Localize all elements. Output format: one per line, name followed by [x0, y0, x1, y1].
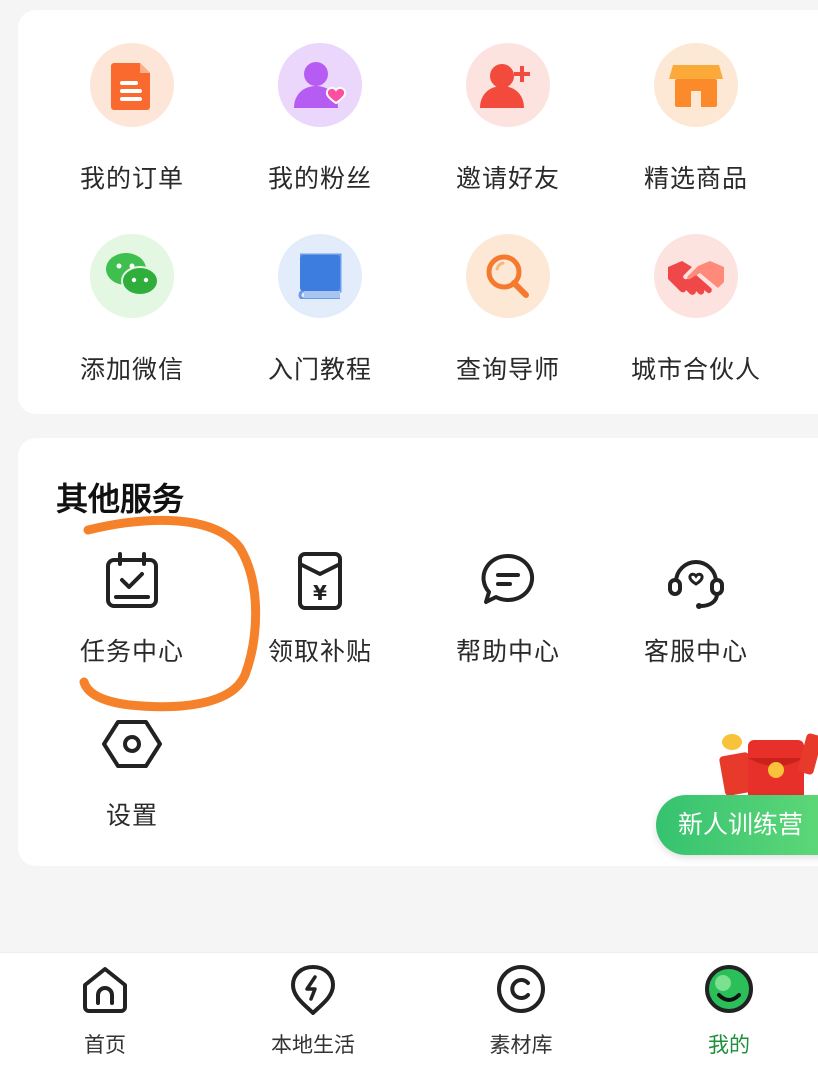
- store-icon: [654, 43, 738, 127]
- profile-avatar-icon: [703, 963, 755, 1015]
- service-label: 领取补贴: [267, 637, 372, 666]
- fans-user-heart-icon: [278, 43, 362, 127]
- service-settings[interactable]: 设置: [38, 714, 226, 832]
- service-customer-service[interactable]: 客服中心: [602, 550, 790, 668]
- service-label: 任务中心: [79, 637, 184, 666]
- tab-material-library[interactable]: 素材库: [446, 963, 596, 1059]
- menu-item-add-wechat[interactable]: 添加微信: [38, 234, 226, 386]
- local-life-bolt-icon: [287, 963, 339, 1015]
- service-label: 设置: [105, 801, 158, 830]
- settings-hexagon-icon: [102, 714, 162, 774]
- menu-item-label: 查询导师: [455, 355, 560, 384]
- wechat-icon: [90, 234, 174, 318]
- svg-text:¥: ¥: [313, 581, 327, 605]
- order-doc-icon: [90, 43, 174, 127]
- menu-item-label: 我的订单: [79, 164, 184, 193]
- material-library-icon: [495, 963, 547, 1015]
- menu-item-label: 入门教程: [267, 355, 372, 384]
- service-task-center[interactable]: 任务中心: [38, 550, 226, 668]
- quick-menu-card: 我的订单 我的粉丝 邀请好友 精选商品 添加微信 入门教程 查询导师 城市合伙人: [18, 10, 818, 414]
- search-icon: [466, 234, 550, 318]
- invite-user-plus-icon: [466, 43, 550, 127]
- tab-home[interactable]: 首页: [30, 963, 180, 1059]
- menu-item-city-partner[interactable]: 城市合伙人: [602, 234, 790, 386]
- tab-local-life[interactable]: 本地生活: [238, 963, 388, 1059]
- customer-service-headset-icon: [666, 550, 726, 610]
- service-label: 帮助中心: [455, 637, 560, 666]
- tab-label: 我的: [708, 1033, 750, 1057]
- menu-item-find-mentor[interactable]: 查询导师: [414, 234, 602, 386]
- bottom-tab-bar: 首页 本地生活 素材库 我的: [0, 952, 818, 1081]
- menu-item-label: 城市合伙人: [630, 355, 761, 384]
- menu-item-invite-friends[interactable]: 邀请好友: [414, 43, 602, 195]
- handshake-icon: [654, 234, 738, 318]
- service-claim-subsidy[interactable]: ¥ 领取补贴: [226, 550, 414, 668]
- service-help-center[interactable]: 帮助中心: [414, 550, 602, 668]
- menu-item-label: 我的粉丝: [267, 164, 372, 193]
- tab-label: 首页: [84, 1033, 126, 1057]
- home-icon: [79, 963, 131, 1015]
- menu-item-my-orders[interactable]: 我的订单: [38, 43, 226, 195]
- task-calendar-check-icon: [102, 550, 162, 610]
- book-icon: [278, 234, 362, 318]
- menu-item-label: 邀请好友: [455, 164, 560, 193]
- menu-item-label: 精选商品: [643, 164, 748, 193]
- tab-label: 本地生活: [271, 1033, 355, 1057]
- subsidy-envelope-yen-icon: ¥: [290, 550, 350, 610]
- newcomer-camp-button[interactable]: 新人训练营: [656, 795, 818, 855]
- menu-item-label: 添加微信: [79, 355, 184, 384]
- menu-item-tutorial[interactable]: 入门教程: [226, 234, 414, 386]
- menu-item-my-fans[interactable]: 我的粉丝: [226, 43, 414, 195]
- service-label: 客服中心: [643, 637, 748, 666]
- tab-label: 素材库: [489, 1033, 553, 1057]
- tab-mine[interactable]: 我的: [654, 963, 804, 1059]
- help-chat-bubble-icon: [478, 550, 538, 610]
- section-title: 其他服务: [56, 480, 185, 518]
- menu-item-featured-goods[interactable]: 精选商品: [602, 43, 790, 195]
